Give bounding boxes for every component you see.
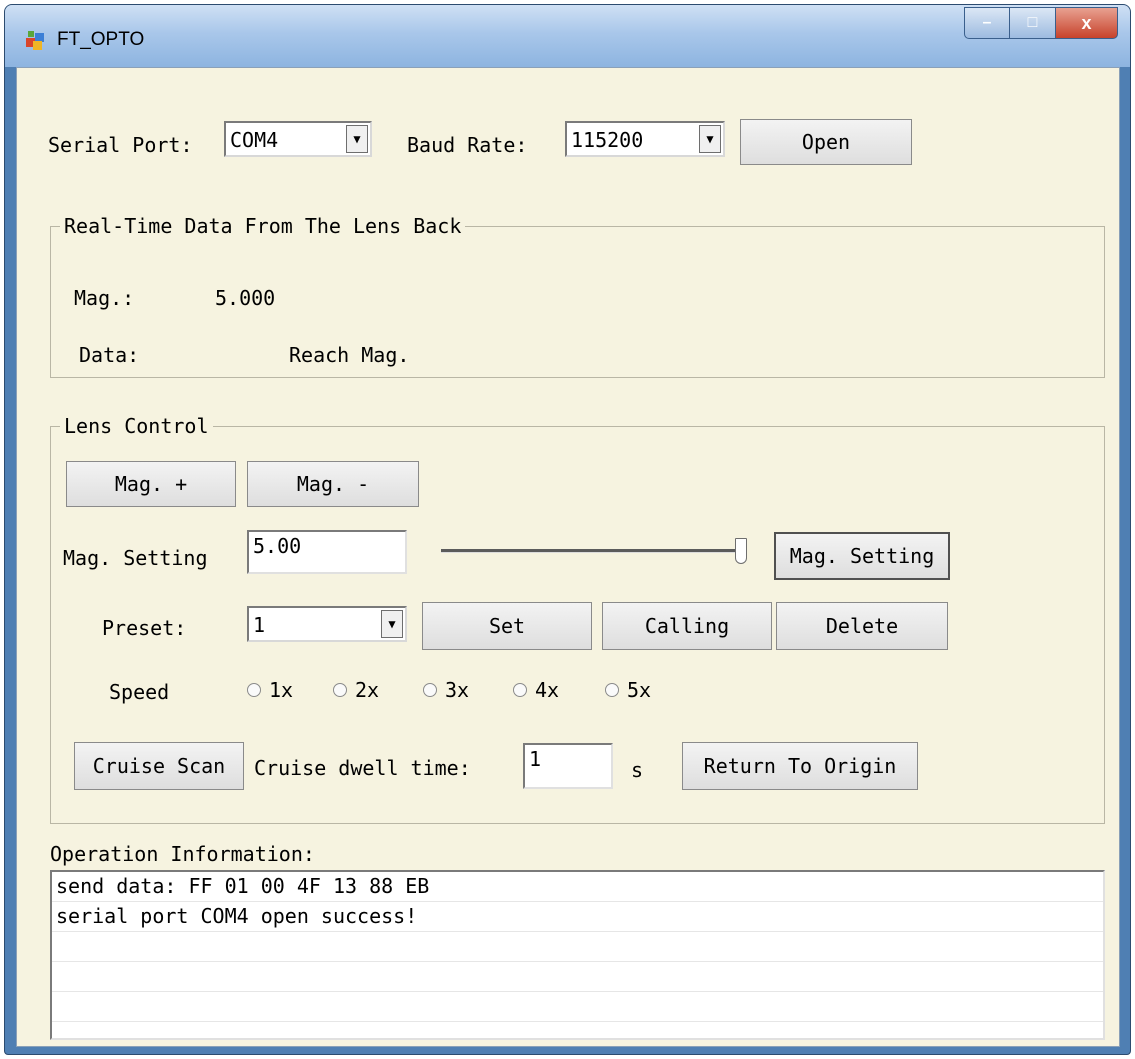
serial-port-label: Serial Port: — [48, 133, 193, 157]
mag-minus-button[interactable]: Mag. - — [247, 461, 419, 507]
cruise-dwell-unit: s — [631, 758, 644, 782]
chevron-down-icon: ▼ — [706, 132, 714, 146]
serial-port-value: COM4 — [230, 128, 279, 152]
app-window: FT_OPTO – □ x Serial Port: COM4 ▼ Baud R… — [4, 4, 1131, 1055]
mag-label: Mag.: — [74, 286, 135, 310]
data-value: Reach Mag. — [289, 343, 410, 367]
operation-log-list[interactable]: send data: FF 01 00 4F 13 88 EB serial p… — [50, 870, 1105, 1040]
serial-port-select[interactable]: COM4 ▼ — [224, 121, 372, 157]
slider-track — [441, 549, 741, 553]
cruise-scan-button[interactable]: Cruise Scan — [74, 742, 244, 790]
calling-button[interactable]: Calling — [602, 602, 772, 650]
speed-radio-1x[interactable]: 1x — [247, 678, 293, 702]
radio-icon — [513, 683, 527, 697]
maximize-icon: □ — [1027, 14, 1038, 31]
data-label: Data: — [79, 343, 140, 367]
mag-plus-button[interactable]: Mag. + — [66, 461, 236, 507]
app-icon — [26, 31, 44, 50]
realtime-data-group — [50, 226, 1105, 378]
window-controls: – □ x — [964, 7, 1118, 41]
return-to-origin-button[interactable]: Return To Origin — [682, 742, 918, 790]
delete-button[interactable]: Delete — [776, 602, 948, 650]
baud-rate-dropdown-button[interactable]: ▼ — [699, 125, 721, 153]
maximize-button[interactable]: □ — [1010, 7, 1056, 39]
log-line — [52, 992, 1103, 1022]
preset-select[interactable]: 1 ▼ — [247, 606, 407, 642]
mag-value: 5.000 — [215, 286, 276, 310]
preset-label: Preset: — [102, 616, 187, 640]
log-line — [52, 962, 1103, 992]
operation-info-label: Operation Information: — [50, 842, 315, 866]
speed-option-label: 3x — [445, 678, 470, 702]
chevron-down-icon: ▼ — [388, 617, 396, 631]
mag-setting-label: Mag. Setting — [63, 546, 208, 570]
client-area: Serial Port: COM4 ▼ Baud Rate: 115200 ▼ … — [16, 67, 1120, 1047]
serial-port-dropdown-button[interactable]: ▼ — [346, 125, 368, 153]
speed-label: Speed — [109, 680, 170, 704]
set-button[interactable]: Set — [422, 602, 592, 650]
radio-icon — [605, 683, 619, 697]
preset-dropdown-button[interactable]: ▼ — [381, 610, 403, 638]
slider-thumb[interactable] — [735, 538, 747, 564]
open-button[interactable]: Open — [740, 119, 912, 165]
log-line: send data: FF 01 00 4F 13 88 EB — [52, 872, 1103, 902]
minimize-button[interactable]: – — [964, 7, 1010, 39]
baud-rate-label: Baud Rate: — [407, 133, 528, 157]
baud-rate-select[interactable]: 115200 ▼ — [565, 121, 725, 157]
preset-value: 1 — [253, 613, 266, 637]
speed-option-label: 4x — [535, 678, 560, 702]
speed-option-label: 1x — [269, 678, 294, 702]
speed-option-label: 5x — [627, 678, 652, 702]
radio-icon — [423, 683, 437, 697]
mag-setting-button[interactable]: Mag. Setting — [774, 532, 950, 580]
lens-control-title: Lens Control — [60, 414, 213, 438]
mag-slider[interactable] — [435, 534, 747, 568]
baud-rate-value: 115200 — [571, 128, 644, 152]
cruise-dwell-label: Cruise dwell time: — [254, 756, 471, 780]
speed-radio-5x[interactable]: 5x — [605, 678, 651, 702]
cruise-dwell-input[interactable]: 1 — [523, 743, 613, 789]
speed-radio-2x[interactable]: 2x — [333, 678, 379, 702]
mag-setting-input[interactable]: 5.00 — [247, 530, 407, 574]
window-title: FT_OPTO — [57, 29, 145, 50]
title-bar[interactable]: FT_OPTO – □ x — [5, 5, 1130, 67]
realtime-data-title: Real-Time Data From The Lens Back — [60, 214, 466, 238]
close-icon: x — [1081, 12, 1092, 33]
speed-option-label: 2x — [355, 678, 380, 702]
log-line — [52, 932, 1103, 962]
speed-radio-3x[interactable]: 3x — [423, 678, 469, 702]
minimize-icon: – — [982, 14, 992, 31]
radio-icon — [333, 683, 347, 697]
speed-radio-4x[interactable]: 4x — [513, 678, 559, 702]
log-line: serial port COM4 open success! — [52, 902, 1103, 932]
radio-icon — [247, 683, 261, 697]
chevron-down-icon: ▼ — [353, 132, 361, 146]
close-button[interactable]: x — [1056, 7, 1118, 39]
